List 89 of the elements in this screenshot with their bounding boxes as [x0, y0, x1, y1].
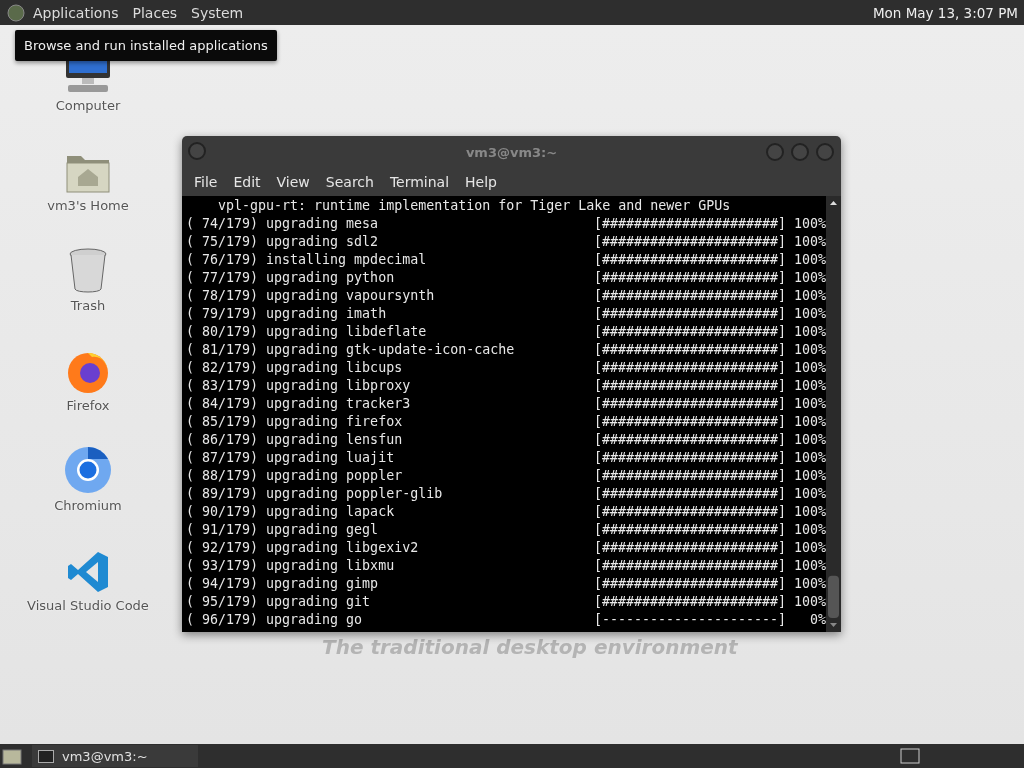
percent-text: 100% [792, 539, 826, 557]
desktop-icon-label[interactable]: vm3's Home [47, 198, 129, 213]
percent-text: 100% [792, 215, 826, 233]
panel-menu[interactable]: System [184, 2, 251, 23]
terminal-menu[interactable]: Terminal [381, 174, 458, 190]
desktop-icon-label[interactable]: Trash [70, 298, 106, 313]
percent-text: 100% [792, 485, 826, 503]
progress-text: [######################] [593, 467, 786, 485]
terminal-menu[interactable]: View [268, 174, 318, 190]
terminal-line: ( 74/179) upgrading mesa [186, 215, 380, 233]
percent-text: 100% [792, 593, 826, 611]
panel-menu[interactable]: Places [125, 2, 185, 23]
terminal-line: ( 93/179) upgrading libxmu [186, 557, 396, 575]
terminal-line: ( 94/179) upgrading gimp [186, 575, 380, 593]
progress-text: [######################] [593, 323, 786, 341]
percent-text: 100% [792, 449, 826, 467]
terminal-line: ( 77/179) upgrading python [186, 269, 396, 287]
progress-text: [######################] [593, 413, 786, 431]
percent-text: 100% [792, 269, 826, 287]
terminal-line: ( 84/179) upgrading tracker3 [186, 395, 412, 413]
percent-text: 100% [792, 467, 826, 485]
panel-menu[interactable]: Applications [26, 2, 126, 23]
progress-text: [######################] [593, 503, 786, 521]
progress-text: [######################] [593, 593, 786, 611]
percent-text: 100% [792, 305, 826, 323]
progress-text: [######################] [593, 215, 786, 233]
terminal-line: ( 92/179) upgrading libgexiv2 [186, 539, 420, 557]
percent-text: 100% [792, 323, 826, 341]
progress-text: [######################] [593, 233, 786, 251]
percent-text: 100% [792, 557, 826, 575]
terminal-line: ( 95/179) upgrading git [186, 593, 372, 611]
percent-text: 100% [792, 575, 826, 593]
percent-text: 100% [792, 521, 826, 539]
progress-text: [######################] [593, 395, 786, 413]
percent-text: 100% [792, 233, 826, 251]
terminal-line: ( 91/179) upgrading gegl [186, 521, 380, 539]
progress-text: [----------------------] [593, 611, 786, 629]
percent-text: 100% [792, 287, 826, 305]
terminal-line: ( 89/179) upgrading poppler-glib [186, 485, 444, 503]
desktop-icon-label[interactable]: Visual Studio Code [27, 598, 149, 613]
desktop-icon-label[interactable]: Chromium [54, 498, 122, 513]
clock[interactable]: Mon May 13, 3:07 PM [872, 4, 1018, 21]
terminal-line: vpl-gpu-rt: runtime implementation for Tiger Lake and newer GPUs [217, 197, 731, 215]
percent-text: 100% [792, 251, 826, 269]
terminal-menu[interactable]: Search [317, 174, 382, 190]
progress-text: [######################] [593, 557, 786, 575]
window-title: vm3@vm3:~ [465, 144, 558, 160]
percent-text: 100% [792, 395, 826, 413]
percent-text: 100% [792, 359, 826, 377]
progress-text: [######################] [593, 431, 786, 449]
progress-text: [######################] [593, 449, 786, 467]
terminal-menu[interactable]: Help [457, 174, 505, 190]
terminal-line: ( 79/179) upgrading imath [186, 305, 388, 323]
terminal-menu[interactable]: File [186, 174, 226, 190]
percent-text: 100% [792, 431, 826, 449]
progress-text: [######################] [593, 359, 786, 377]
progress-text: [######################] [593, 539, 786, 557]
terminal-line: ( 76/179) installing mpdecimal [186, 251, 428, 269]
terminal-line: ( 85/179) upgrading firefox [186, 413, 404, 431]
progress-text: [######################] [593, 341, 786, 359]
tooltip: Browse and run installed applications [15, 30, 277, 61]
terminal-line: ( 96/179) upgrading go [186, 611, 364, 629]
progress-text: [######################] [593, 305, 786, 323]
terminal-line: ( 78/179) upgrading vapoursynth [186, 287, 436, 305]
terminal-line: ( 80/179) upgrading libdeflate [186, 323, 428, 341]
terminal-line: ( 81/179) upgrading gtk-update-icon-cache [186, 341, 516, 359]
terminal-line: ( 88/179) upgrading poppler [186, 467, 404, 485]
terminal-line: ( 90/179) upgrading lapack [186, 503, 396, 521]
progress-text: [######################] [593, 575, 786, 593]
percent-text: 0% [809, 611, 826, 629]
progress-text: [######################] [593, 521, 786, 539]
progress-text: [######################] [593, 377, 786, 395]
terminal-menu[interactable]: Edit [225, 174, 269, 190]
terminal-line: ( 82/179) upgrading libcups [186, 359, 404, 377]
terminal-line: ( 87/179) upgrading luajit [186, 449, 396, 467]
taskbar-button[interactable]: vm3@vm3:~ [32, 745, 198, 767]
percent-text: 100% [792, 413, 826, 431]
progress-text: [######################] [593, 485, 786, 503]
progress-text: [######################] [593, 287, 786, 305]
desktop-icon-label[interactable]: Firefox [66, 398, 110, 413]
terminal-line: ( 86/179) upgrading lensfun [186, 431, 404, 449]
percent-text: 100% [792, 377, 826, 395]
progress-text: [######################] [593, 269, 786, 287]
progress-text: [######################] [593, 251, 786, 269]
desktop-icon-label[interactable]: Computer [55, 98, 121, 113]
percent-text: 100% [792, 503, 826, 521]
percent-text: 100% [792, 341, 826, 359]
terminal-line: ( 75/179) upgrading sdl2 [186, 233, 380, 251]
terminal-line: ( 83/179) upgrading libproxy [186, 377, 412, 395]
